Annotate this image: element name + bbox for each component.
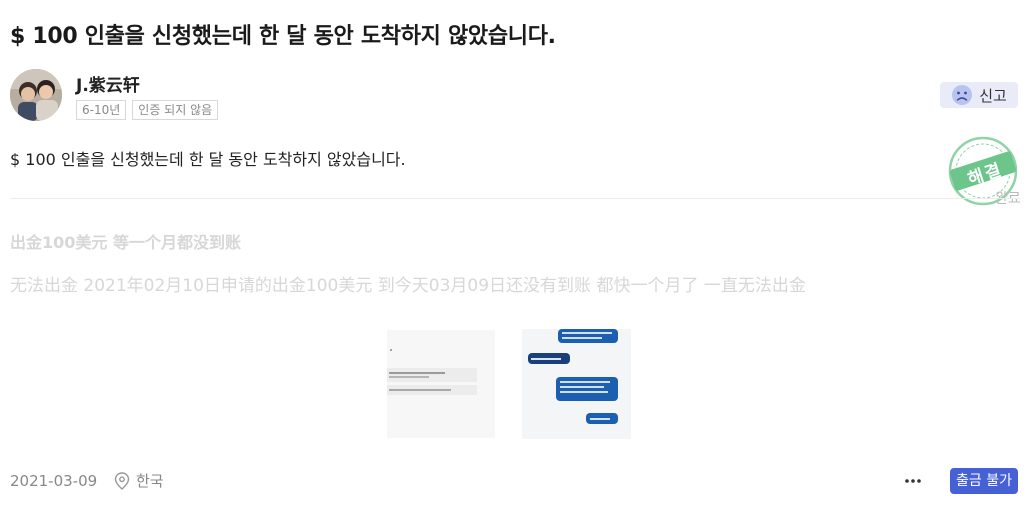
attachment-thumbnail-2 bbox=[522, 329, 631, 439]
author-tags: 6-10년 인증 되지 않음 bbox=[76, 100, 219, 120]
avatar[interactable] bbox=[10, 69, 62, 121]
location-label: 한국 bbox=[136, 472, 164, 490]
original-body: 无法出金 2021年02月10日申请的出金100美元 到今天03月09日还没有到… bbox=[10, 276, 806, 296]
attachment-thumbnail-1 bbox=[387, 330, 495, 438]
question-title: $ 100 인출을 신청했는데 한 달 동안 도착하지 않았습니다. bbox=[10, 24, 556, 49]
location: 한국 bbox=[114, 470, 164, 491]
avatar-photo bbox=[10, 69, 62, 121]
report-button[interactable]: 신고 bbox=[940, 82, 1018, 108]
attachment-image-2[interactable] bbox=[522, 329, 631, 439]
more-dots-icon bbox=[905, 479, 921, 483]
attachment-image-1[interactable] bbox=[387, 330, 495, 438]
location-pin-icon bbox=[114, 471, 130, 490]
status-badge[interactable]: 출금 불가 bbox=[950, 468, 1018, 494]
question-body: $ 100 인출을 신청했는데 한 달 동안 도착하지 않았습니다. bbox=[10, 150, 406, 169]
report-label: 신고 bbox=[979, 86, 1007, 105]
verification-tag: 인증 되지 않음 bbox=[132, 100, 219, 120]
author-name[interactable]: J.紫云轩 bbox=[76, 71, 140, 96]
post-date: 2021-03-09 bbox=[10, 472, 98, 490]
resolved-stamp: 해결 완료 bbox=[945, 136, 1027, 207]
divider bbox=[10, 198, 1020, 199]
experience-tag: 6-10년 bbox=[76, 100, 127, 120]
more-options-button[interactable] bbox=[902, 470, 924, 492]
sad-face-icon bbox=[952, 85, 973, 105]
original-title: 出金100美元 等一个月都没到账 bbox=[10, 233, 241, 252]
